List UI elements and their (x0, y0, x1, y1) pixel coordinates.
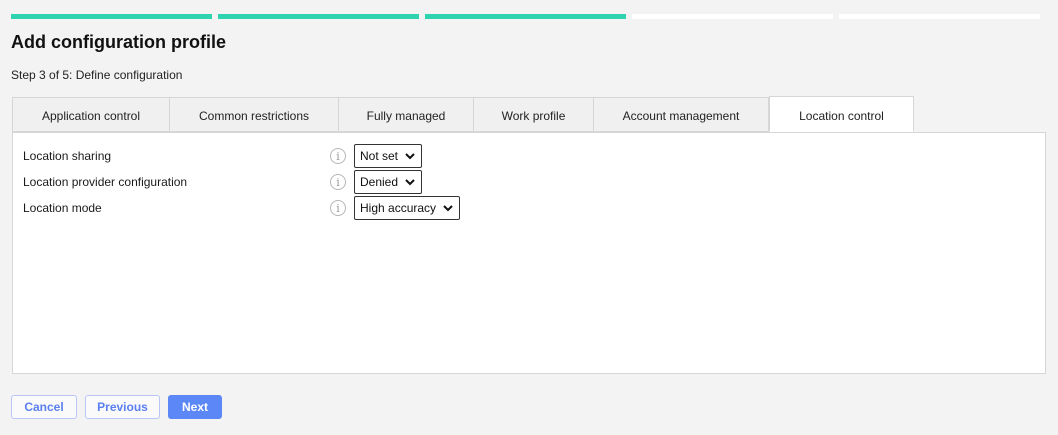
cancel-button[interactable]: Cancel (11, 395, 77, 419)
chevron-down-icon (405, 153, 415, 160)
setting-label: Location sharing (23, 149, 112, 163)
select-value: Denied (360, 175, 399, 189)
location-sharing-select[interactable]: Not set (354, 144, 423, 168)
info-icon[interactable]: i (330, 174, 346, 190)
tab-bar: Application control Common restrictions … (12, 96, 914, 132)
step-progress-bar (11, 14, 1040, 19)
tab-application-control[interactable]: Application control (12, 97, 170, 132)
setting-row-location-provider: Location provider configuration i Denied (23, 170, 423, 194)
tab-account-management[interactable]: Account management (594, 97, 769, 132)
select-value: Not set (360, 149, 399, 163)
page-title: Add configuration profile (11, 32, 226, 52)
progress-segment-5 (839, 14, 1040, 19)
chevron-down-icon (405, 179, 415, 186)
location-control-panel: Location sharing i Not set Location prov… (12, 132, 1046, 374)
info-icon[interactable]: i (330, 200, 346, 216)
info-icon[interactable]: i (330, 148, 346, 164)
progress-segment-3 (425, 14, 626, 19)
tab-location-control[interactable]: Location control (769, 96, 914, 132)
setting-row-location-sharing: Location sharing i Not set (23, 144, 423, 168)
step-indicator: Step 3 of 5: Define configuration (11, 68, 183, 82)
select-value: High accuracy (360, 201, 437, 215)
setting-row-location-mode: Location mode i High accuracy (23, 196, 461, 220)
chevron-down-icon (443, 205, 453, 212)
tab-common-restrictions[interactable]: Common restrictions (170, 97, 339, 132)
previous-button[interactable]: Previous (85, 395, 160, 419)
tab-fully-managed[interactable]: Fully managed (339, 97, 474, 132)
location-provider-select[interactable]: Denied (354, 170, 423, 194)
setting-label: Location mode (23, 201, 102, 215)
next-button[interactable]: Next (168, 395, 222, 419)
setting-label: Location provider configuration (23, 175, 188, 189)
progress-segment-2 (218, 14, 419, 19)
tab-work-profile[interactable]: Work profile (474, 97, 594, 132)
progress-segment-1 (11, 14, 212, 19)
progress-segment-4 (632, 14, 833, 19)
location-mode-select[interactable]: High accuracy (354, 196, 461, 220)
